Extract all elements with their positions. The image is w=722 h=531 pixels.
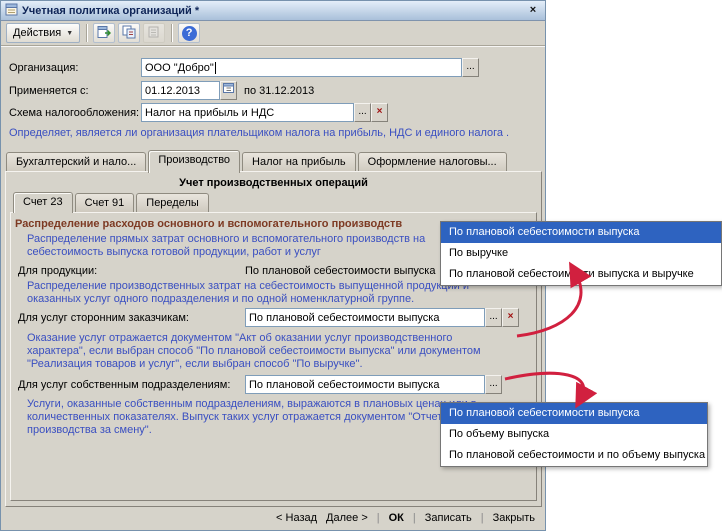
ok-button[interactable]: ОК	[389, 512, 404, 524]
calendar-icon	[223, 83, 234, 96]
subtab-account-23[interactable]: Счет 23	[13, 192, 73, 213]
organization-choose-button[interactable]: ...	[462, 58, 479, 77]
tax-scheme-clear-button[interactable]: ×	[371, 103, 388, 122]
actions-button[interactable]: Действия ▼	[6, 23, 81, 43]
date-from-value: 01.12.2013	[145, 84, 201, 97]
actions-label: Действия	[13, 27, 62, 39]
reread-icon	[97, 25, 112, 42]
dropdown1-item-revenue[interactable]: По выручке	[441, 243, 721, 264]
for-own-choose-button[interactable]: ...	[485, 375, 502, 394]
group-title: Учет производственных операций	[179, 177, 368, 189]
sub-tabs: Счет 23 Счет 91 Переделы	[13, 191, 211, 213]
for-third-party-value: По плановой себестоимости выпуска	[249, 311, 440, 324]
close-icon: ×	[529, 4, 537, 16]
text-caret	[214, 61, 216, 74]
subtab-peredely[interactable]: Переделы	[136, 193, 209, 212]
tab-production[interactable]: Производство	[148, 150, 241, 173]
calendar-button[interactable]	[220, 81, 237, 100]
toolbar-separator	[86, 24, 88, 42]
dropdown2-item-volume[interactable]: По объему выпуска	[441, 424, 707, 445]
for-products-label: Для продукции:	[18, 265, 98, 277]
ellipsis-icon: ...	[358, 106, 367, 117]
structure-button[interactable]	[118, 23, 141, 43]
for-third-party-choose-button[interactable]: ...	[485, 308, 502, 327]
separator: |	[412, 512, 416, 524]
clear-icon: ×	[376, 106, 383, 117]
organization-value: ООО "Добро"	[145, 61, 214, 74]
for-products-value[interactable]: По плановой себестоимости выпуска	[245, 265, 435, 277]
copy-icon	[147, 25, 162, 42]
organization-field[interactable]: ООО "Добро"	[141, 58, 462, 77]
main-tabs: Бухгалтерский и нало... Производство Нал…	[6, 149, 509, 173]
window-title: Учетная политика организаций *	[22, 4, 200, 17]
save-button[interactable]: Записать	[425, 512, 472, 524]
close-window-button[interactable]: Закрыть	[493, 512, 535, 524]
for-third-party-label: Для услуг сторонним заказчикам:	[18, 312, 189, 324]
for-third-party-clear-button[interactable]: ×	[502, 308, 519, 327]
dropdown1-item-planned-cost[interactable]: По плановой себестоимости выпуска	[441, 222, 721, 243]
copy-button[interactable]	[143, 23, 166, 43]
help-button[interactable]: ?	[178, 23, 201, 43]
hint-third-party: Оказание услуг отражается документом "Ак…	[27, 332, 481, 370]
for-own-value: По плановой себестоимости выпуска	[249, 378, 440, 391]
tax-scheme-choose-button[interactable]: ...	[354, 103, 371, 122]
titlebar: Учетная политика организаций * ×	[1, 1, 545, 21]
hint-direct-costs: Распределение прямых затрат основного и …	[27, 233, 426, 258]
date-from-field[interactable]: 01.12.2013	[141, 81, 220, 100]
dropdown-list-1: По плановой себестоимости выпуска По выр…	[440, 221, 722, 286]
tax-scheme-hint: Определяет, является ли организация плат…	[9, 127, 510, 139]
organization-label: Организация:	[9, 62, 79, 74]
tax-scheme-value: Налог на прибыль и НДС	[145, 106, 275, 119]
structure-icon	[122, 25, 137, 42]
clear-icon: ×	[507, 311, 514, 322]
tax-scheme-field[interactable]: Налог на прибыль и НДС	[141, 103, 354, 122]
ellipsis-icon: ...	[489, 311, 498, 322]
ellipsis-icon: ...	[489, 378, 498, 389]
hint-own: Услуги, оказанные собственным подразделе…	[27, 398, 477, 436]
for-third-party-field[interactable]: По плановой себестоимости выпуска	[245, 308, 485, 327]
tax-scheme-label: Схема налогообложения:	[9, 107, 140, 119]
tab-income-tax[interactable]: Налог на прибыль	[242, 152, 356, 172]
next-button[interactable]: Далее >	[326, 512, 368, 524]
toolbar-separator	[171, 24, 173, 42]
hint-products: Распределение производственных затрат на…	[27, 280, 469, 305]
applies-to-text: по 31.12.2013	[244, 85, 315, 97]
separator: |	[480, 512, 484, 524]
dropdown2-item-cost-and-volume[interactable]: По плановой себестоимости и по объему вы…	[441, 445, 707, 466]
ellipsis-icon: ...	[466, 61, 475, 72]
separator: |	[376, 512, 380, 524]
help-icon: ?	[181, 25, 197, 41]
footer-buttons: < Назад Далее > | ОК | Записать | Закрыт…	[276, 512, 535, 524]
reread-button[interactable]	[93, 23, 116, 43]
dropdown-arrow-icon: ▼	[66, 29, 74, 37]
tab-accounting[interactable]: Бухгалтерский и нало...	[6, 152, 147, 172]
dropdown-list-2: По плановой себестоимости выпуска По объ…	[440, 402, 708, 467]
applies-from-label: Применяется с:	[9, 85, 89, 97]
close-button[interactable]: ×	[525, 3, 541, 18]
for-own-label: Для услуг собственным подразделениям:	[18, 379, 231, 391]
dropdown1-item-cost-and-revenue[interactable]: По плановой себестоимости выпуска и выру…	[441, 264, 721, 285]
subtab-account-91[interactable]: Счет 91	[74, 193, 135, 212]
tab-tax-docs[interactable]: Оформление налоговы...	[357, 152, 507, 172]
dropdown2-item-planned-cost[interactable]: По плановой себестоимости выпуска	[441, 403, 707, 424]
for-own-field[interactable]: По плановой себестоимости выпуска	[245, 375, 485, 394]
form-icon	[5, 3, 18, 19]
back-button[interactable]: < Назад	[276, 512, 317, 524]
toolbar: Действия ▼ ?	[1, 21, 545, 46]
